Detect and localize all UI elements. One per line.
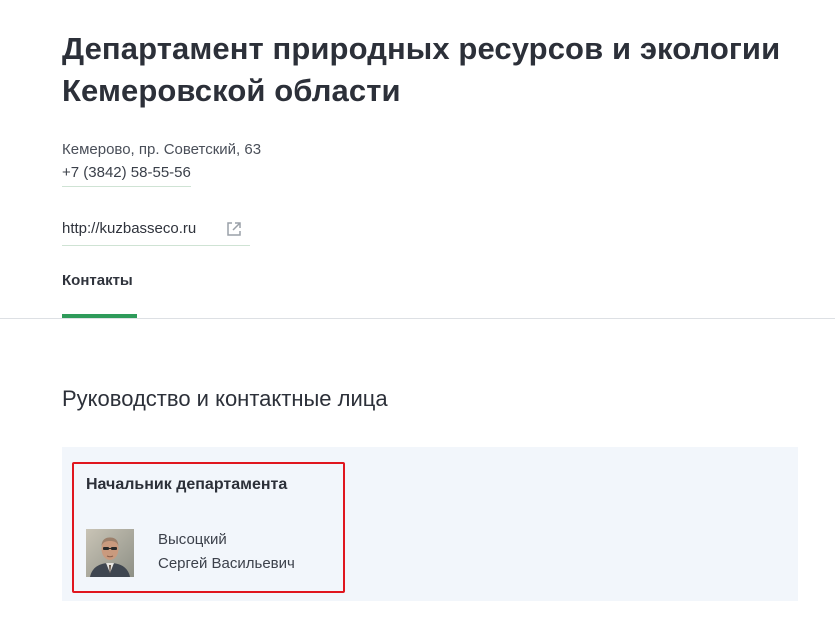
person-photo-icon — [86, 529, 134, 577]
section-title: Руководство и контактные лица — [62, 386, 388, 411]
title-line-1: Департамент природных ресурсов и экологи… — [62, 31, 781, 66]
person-role: Начальник департамента — [86, 476, 288, 493]
person-first-middle-name[interactable]: Сергей Васильевич — [158, 555, 295, 573]
page-title: Департамент природных ресурсов и экологи… — [62, 28, 802, 112]
phone-link[interactable]: +7 (3842) 58-55-56 — [62, 164, 191, 187]
tabs-divider — [0, 318, 835, 319]
address-text: Кемерово, пр. Советский, 63 — [62, 141, 262, 158]
website-link[interactable]: http://kuzbasseco.ru — [62, 220, 250, 246]
person-last-name[interactable]: Высоцкий — [158, 531, 227, 549]
external-link-icon — [227, 222, 241, 236]
tab-contacts[interactable]: Контакты — [62, 272, 133, 290]
title-line-2: Кемеровской области — [62, 73, 401, 108]
website-link-label: http://kuzbasseco.ru — [62, 220, 197, 237]
avatar[interactable] — [86, 529, 134, 577]
